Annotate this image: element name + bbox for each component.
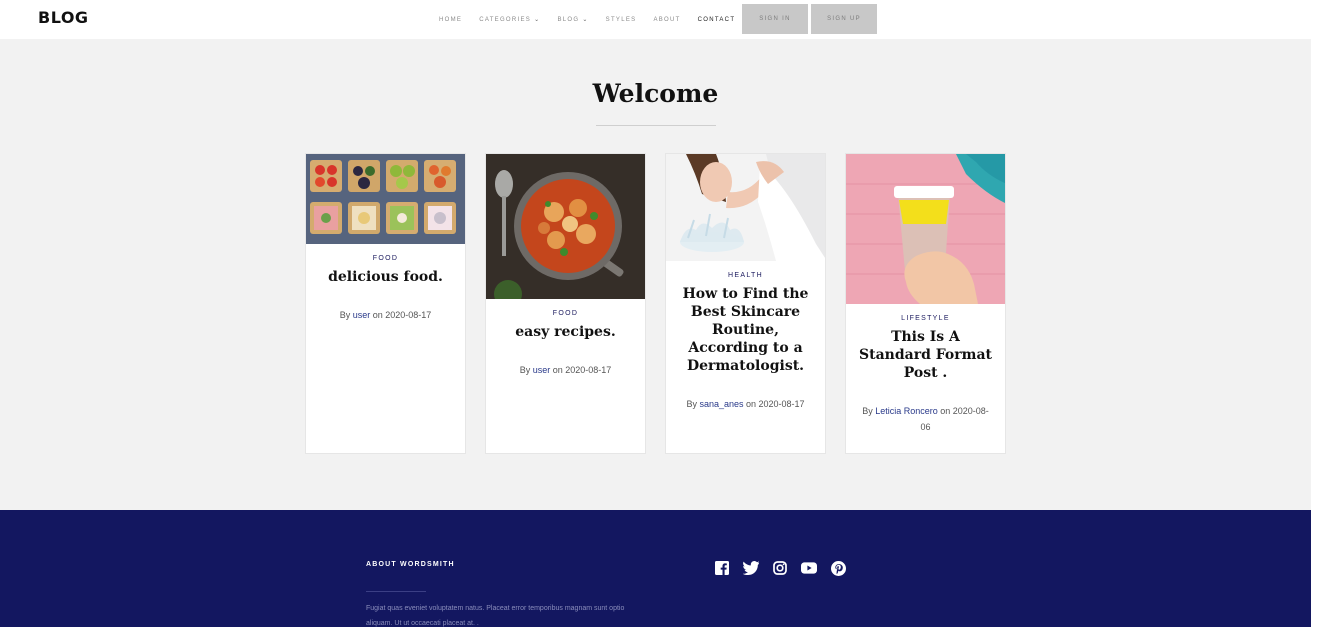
main-content: Welcome FOOD delicious food. By user on … — [0, 39, 1311, 510]
title-divider — [596, 125, 716, 126]
meta-by: By — [339, 310, 353, 320]
facebook-icon[interactable] — [714, 560, 730, 576]
page: BLOG HOME CATEGORIES ⌄ BLOG ⌄ STYLES ABOUT… — [0, 0, 1311, 627]
twitter-icon[interactable] — [743, 560, 759, 576]
post-title[interactable]: How to Find the Best Skincare Routine, A… — [676, 285, 815, 375]
post-card[interactable]: FOOD easy recipes. By user on 2020-08-17 — [485, 153, 646, 454]
nav-home-label: HOME — [439, 16, 463, 23]
site-logo[interactable]: BLOG — [38, 8, 89, 27]
post-meta: By user on 2020-08-17 — [500, 362, 631, 378]
nav-contact[interactable]: CONTACT — [698, 17, 736, 23]
site-footer: ABOUT WORDSMITH Fugiat quas eveniet volu… — [0, 510, 1311, 627]
nav-categories-label: CATEGORIES — [479, 16, 532, 23]
meta-date: on 2020-08-17 — [550, 365, 612, 375]
meta-by: By — [519, 365, 533, 375]
sign-up-button[interactable]: SIGN UP — [811, 4, 877, 34]
post-image-stew-pot[interactable] — [486, 154, 645, 299]
post-meta: By sana_anes on 2020-08-17 — [680, 396, 811, 412]
nav-blog-label: BLOG — [557, 16, 580, 23]
post-meta: By user on 2020-08-17 — [320, 307, 451, 323]
pinterest-icon[interactable] — [830, 560, 846, 576]
chevron-down-icon: ⌄ — [534, 17, 541, 23]
sign-in-button[interactable]: SIGN IN — [742, 4, 808, 34]
chevron-down-icon: ⌄ — [582, 17, 589, 23]
site-header: BLOG HOME CATEGORIES ⌄ BLOG ⌄ STYLES ABOUT… — [0, 0, 1311, 39]
post-card[interactable]: LIFESTYLE This Is A Standard Format Post… — [845, 153, 1006, 454]
social-links — [714, 560, 846, 576]
post-author[interactable]: Leticia Roncero — [875, 406, 938, 416]
post-category[interactable]: FOOD — [486, 310, 645, 317]
nav-styles-label: STYLES — [605, 16, 637, 23]
nav-home[interactable]: HOME — [439, 17, 462, 23]
youtube-icon[interactable] — [801, 560, 817, 576]
nav-about[interactable]: ABOUT — [653, 17, 680, 23]
post-image-toast-platter[interactable] — [306, 154, 465, 244]
footer-about-title: ABOUT WORDSMITH — [366, 561, 455, 568]
nav-about-label: ABOUT — [653, 16, 681, 23]
page-title: Welcome — [592, 79, 719, 108]
post-category[interactable]: FOOD — [306, 255, 465, 262]
footer-divider — [366, 591, 426, 592]
nav-categories[interactable]: CATEGORIES ⌄ — [479, 16, 541, 24]
post-image-coffee-cup[interactable] — [846, 154, 1005, 304]
post-category[interactable]: LIFESTYLE — [846, 315, 1005, 322]
nav-contact-label: CONTACT — [697, 16, 736, 23]
post-author[interactable]: user — [353, 310, 371, 320]
post-title[interactable]: This Is A Standard Format Post . — [856, 328, 995, 382]
main-nav: HOME CATEGORIES ⌄ BLOG ⌄ STYLES ABOUT CONT… — [439, 0, 752, 39]
footer-about-text: Fugiat quas eveniet voluptatem natus. Pl… — [366, 605, 625, 627]
instagram-icon[interactable] — [772, 560, 788, 576]
post-meta: By Leticia Roncero on 2020-08-06 — [860, 403, 991, 435]
post-card[interactable]: FOOD delicious food. By user on 2020-08-… — [305, 153, 466, 454]
nav-blog[interactable]: BLOG ⌄ — [557, 16, 589, 24]
post-author[interactable]: sana_anes — [699, 399, 743, 409]
post-title[interactable]: delicious food. — [316, 268, 455, 286]
nav-styles[interactable]: STYLES — [606, 17, 637, 23]
post-card[interactable]: HEALTH How to Find the Best Skincare Rou… — [665, 153, 826, 454]
meta-by: By — [862, 406, 876, 416]
scrollbar[interactable] — [1311, 0, 1326, 627]
post-title[interactable]: easy recipes. — [496, 323, 635, 341]
post-image-face-washing[interactable] — [666, 154, 825, 261]
meta-date: on 2020-08-17 — [370, 310, 432, 320]
post-category[interactable]: HEALTH — [666, 272, 825, 279]
meta-by: By — [686, 399, 700, 409]
post-author[interactable]: user — [533, 365, 551, 375]
meta-date: on 2020-08-17 — [743, 399, 805, 409]
